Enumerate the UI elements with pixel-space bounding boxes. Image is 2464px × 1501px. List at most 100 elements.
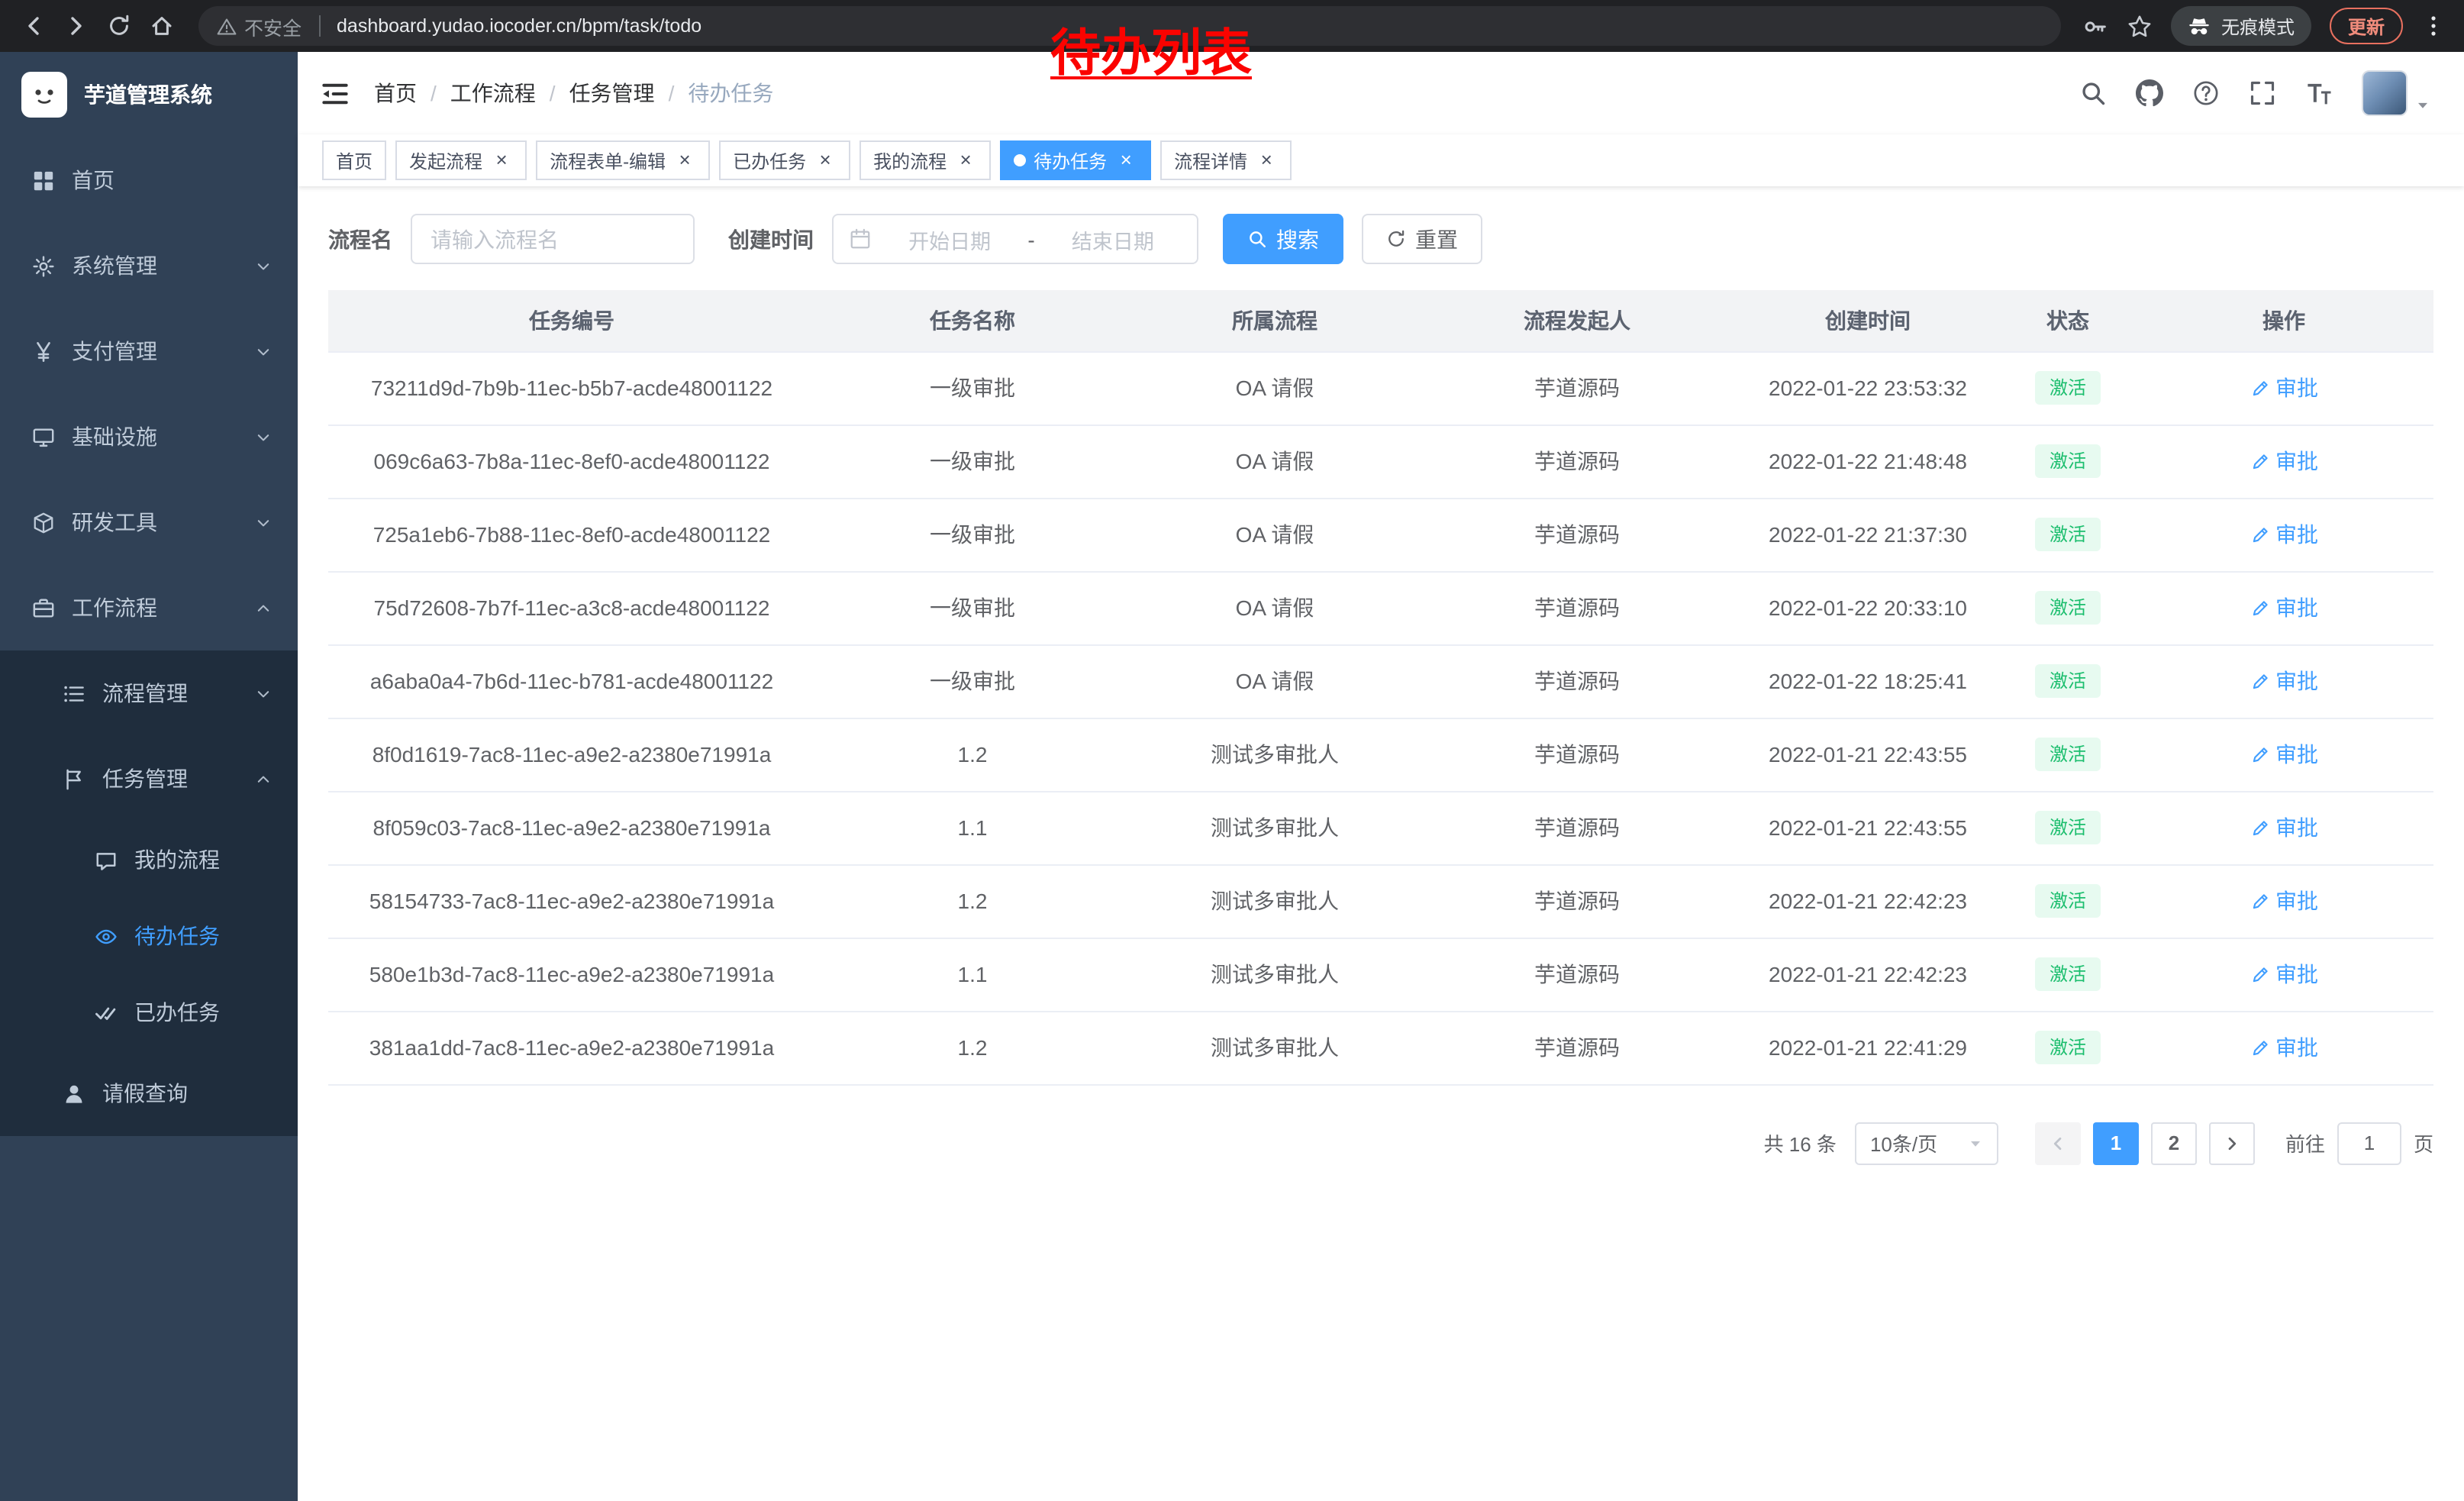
column-header: 任务名称	[815, 290, 1130, 351]
approve-link[interactable]: 审批	[2250, 1032, 2318, 1063]
security-status[interactable]: 不安全	[217, 11, 302, 40]
close-icon[interactable]: ×	[1255, 149, 1278, 172]
approve-link[interactable]: 审批	[2250, 666, 2318, 696]
status-badge: 激活	[2036, 591, 2100, 625]
browser-menu-icon[interactable]	[2421, 14, 2446, 38]
page-2-button[interactable]: 2	[2151, 1122, 2197, 1164]
close-icon[interactable]: ×	[1114, 149, 1137, 172]
table-row: 381aa1dd-7ac8-11ec-a9e2-a2380e71991a 1.2…	[328, 1011, 2433, 1084]
sidebar-item-payment[interactable]: 支付管理	[0, 308, 298, 394]
approve-label: 审批	[2275, 373, 2318, 403]
tab-my-process[interactable]: 我的流程×	[859, 140, 991, 180]
sidebar-item-system[interactable]: 系统管理	[0, 223, 298, 308]
task-initiator-cell: 芋道源码	[1420, 864, 1734, 938]
reset-button[interactable]: 重置	[1362, 214, 1482, 264]
back-icon	[21, 14, 46, 38]
process-name-input[interactable]	[431, 227, 675, 251]
status-badge: 激活	[2036, 1031, 2100, 1064]
app-logo-row[interactable]: 芋道管理系统	[0, 52, 298, 137]
status-badge: 激活	[2036, 811, 2100, 844]
next-page-button[interactable]	[2209, 1122, 2255, 1164]
task-status-cell: 激活	[2001, 718, 2134, 791]
sidebar-item-leave-query[interactable]: 请假查询	[0, 1051, 298, 1136]
sidebar-item-label: 工作流程	[72, 592, 157, 623]
task-status-cell: 激活	[2001, 864, 2134, 938]
search-button[interactable]	[2079, 79, 2107, 107]
github-button[interactable]	[2136, 79, 2163, 107]
tab-process-form-edit[interactable]: 流程表单-编辑×	[536, 140, 710, 180]
search-button[interactable]: 搜索	[1223, 214, 1343, 264]
sidebar-item-task-mgmt[interactable]: 任务管理	[0, 736, 298, 822]
task-process-cell: 测试多审批人	[1130, 938, 1420, 1011]
approve-link[interactable]: 审批	[2250, 739, 2318, 770]
approve-link[interactable]: 审批	[2250, 446, 2318, 476]
reload-button[interactable]	[98, 5, 140, 47]
close-icon[interactable]: ×	[954, 149, 977, 172]
prev-page-button[interactable]	[2035, 1122, 2081, 1164]
search-label: 搜索	[1276, 224, 1319, 254]
chevron-down-icon	[255, 343, 272, 360]
task-created-cell: 2022-01-22 21:48:48	[1734, 424, 2001, 498]
key-icon[interactable]	[2082, 13, 2108, 39]
question-button[interactable]	[2192, 79, 2220, 107]
sidebar-item-label: 研发工具	[72, 507, 157, 537]
fullscreen-button[interactable]	[2249, 79, 2276, 107]
task-name-cell: 1.1	[815, 938, 1130, 1011]
tab-done-task[interactable]: 已办任务×	[719, 140, 850, 180]
task-name-cell: 1.2	[815, 1011, 1130, 1084]
back-button[interactable]	[12, 5, 55, 47]
avatar-image	[2362, 70, 2408, 116]
star-icon[interactable]	[2127, 13, 2153, 39]
task-initiator-cell: 芋道源码	[1420, 351, 1734, 424]
page-size-select[interactable]: 10条/页	[1855, 1122, 1998, 1164]
edit-icon	[2250, 818, 2269, 838]
sidebar-item-workflow[interactable]: 工作流程	[0, 565, 298, 650]
caret-down-icon	[2415, 98, 2430, 113]
sidebar-item-process-mgmt[interactable]: 流程管理	[0, 650, 298, 736]
sidebar-item-my-process[interactable]: 我的流程	[0, 822, 298, 898]
sidebar-toggle-button[interactable]	[321, 79, 350, 108]
fontsize-button[interactable]	[2305, 79, 2333, 107]
goto-page-input[interactable]	[2337, 1122, 2401, 1164]
approve-link[interactable]: 审批	[2250, 959, 2318, 989]
close-icon[interactable]: ×	[814, 149, 837, 172]
sidebar-item-done-task[interactable]: 已办任务	[0, 974, 298, 1051]
date-range-input[interactable]: 开始日期 - 结束日期	[832, 214, 1198, 264]
page-1-button[interactable]: 1	[2093, 1122, 2139, 1164]
pagination: 共 16 条 10条/页 12 前往 页	[328, 1122, 2433, 1164]
tab-todo-task[interactable]: 待办任务×	[1000, 140, 1151, 180]
edit-icon	[2250, 525, 2269, 544]
gear-icon	[32, 254, 55, 277]
omnibox-divider	[318, 15, 320, 37]
table-row: 580e1b3d-7ac8-11ec-a9e2-a2380e71991a 1.1…	[328, 938, 2433, 1011]
tab-process-detail[interactable]: 流程详情×	[1160, 140, 1292, 180]
reload-icon	[107, 14, 131, 38]
approve-link[interactable]: 审批	[2250, 592, 2318, 623]
tab-start-process[interactable]: 发起流程×	[395, 140, 527, 180]
sidebar-item-devtools[interactable]: 研发工具	[0, 479, 298, 565]
forward-button[interactable]	[55, 5, 98, 47]
breadcrumb-item-1[interactable]: 工作流程	[450, 78, 536, 108]
incognito-label: 无痕模式	[2221, 13, 2295, 39]
close-icon[interactable]: ×	[673, 149, 696, 172]
sidebar-item-home[interactable]: 首页	[0, 137, 298, 223]
user-avatar[interactable]	[2362, 70, 2430, 116]
task-created-cell: 2022-01-21 22:43:55	[1734, 791, 2001, 864]
breadcrumb-item-0[interactable]: 首页	[374, 78, 417, 108]
approve-link[interactable]: 审批	[2250, 812, 2318, 843]
tab-home[interactable]: 首页	[322, 140, 386, 180]
sidebar-item-todo-task[interactable]: 待办任务	[0, 898, 298, 974]
task-status-cell: 激活	[2001, 1011, 2134, 1084]
home-button[interactable]	[140, 5, 183, 47]
edit-icon	[2250, 964, 2269, 984]
table-row: 75d72608-7b7f-11ec-a3c8-acde48001122 一级审…	[328, 571, 2433, 644]
task-status-cell: 激活	[2001, 938, 2134, 1011]
close-icon[interactable]: ×	[490, 149, 513, 172]
approve-link[interactable]: 审批	[2250, 519, 2318, 550]
sidebar-item-infrastructure[interactable]: 基础设施	[0, 394, 298, 479]
approve-link[interactable]: 审批	[2250, 886, 2318, 916]
task-initiator-cell: 芋道源码	[1420, 791, 1734, 864]
breadcrumb-item-2[interactable]: 任务管理	[569, 78, 655, 108]
approve-link[interactable]: 审批	[2250, 373, 2318, 403]
update-button[interactable]: 更新	[2330, 8, 2403, 44]
